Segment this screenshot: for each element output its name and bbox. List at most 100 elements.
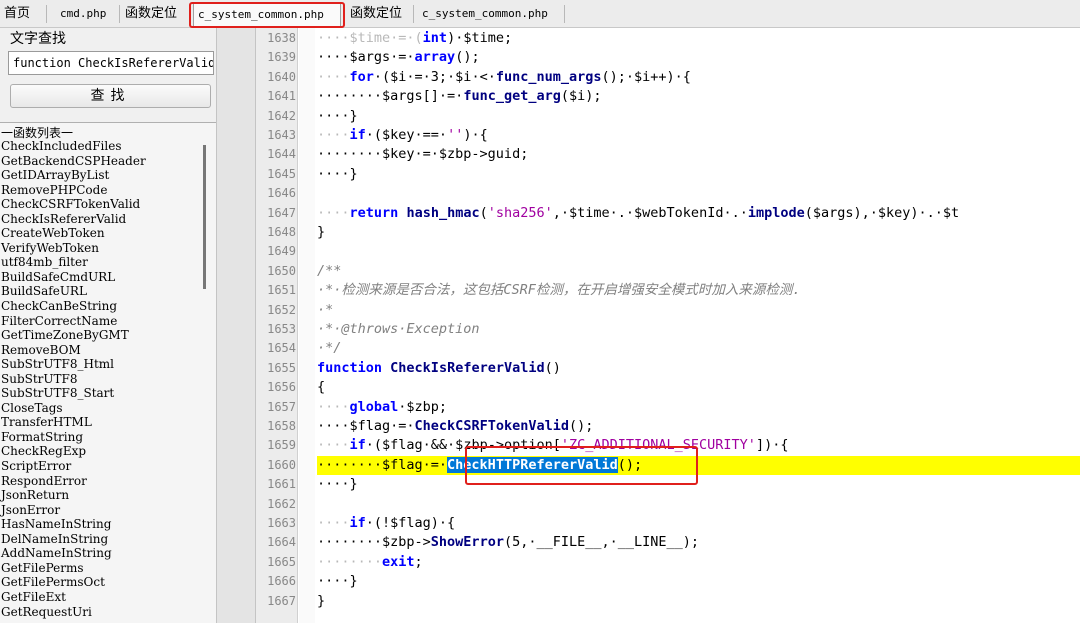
code-keyword: if <box>349 437 366 454</box>
function-list-item[interactable]: RemoveBOM <box>1 343 146 358</box>
function-list-item[interactable]: RespondError <box>1 474 146 489</box>
line-number: 1650 <box>267 263 296 278</box>
function-list-item[interactable]: TransferHTML <box>1 415 146 430</box>
code-comment-line: ·*·检测来源是否合法，这包括CSRF检测，在开启增强安全模式时加入来源检测. <box>317 282 801 299</box>
function-list-item[interactable]: DelNameInString <box>1 532 146 547</box>
line-number: 1645 <box>267 166 296 181</box>
code-token: ·($flag·&&·$zbp->option[ <box>365 437 561 454</box>
code-token: ( <box>479 204 488 221</box>
function-list-item[interactable]: SubStrUTF8_Start <box>1 386 146 401</box>
tab-function-locate-2[interactable]: 函数定位 <box>346 2 406 26</box>
search-input[interactable]: function CheckIsRefererValid <box>8 51 214 75</box>
code-token: ····$args·=· <box>317 49 415 66</box>
function-list-item[interactable]: VerifyWebToken <box>1 241 146 256</box>
function-list-item[interactable]: GetFilePerms <box>1 561 146 576</box>
function-list-item[interactable]: CheckIsRefererValid <box>1 212 146 227</box>
line-number: 1663 <box>267 516 296 530</box>
function-list-item[interactable]: utf84mb_filter <box>1 255 146 270</box>
code-function: ShowError <box>430 534 504 551</box>
code-token: )·{ <box>463 127 488 143</box>
line-number: 1664 <box>267 535 296 550</box>
search-button[interactable]: 查找 <box>10 84 211 108</box>
code-token: ·($key·==· <box>365 127 448 143</box>
code-string: 'sha256' <box>487 204 553 221</box>
function-list-item[interactable]: JsonReturn <box>1 488 146 503</box>
code-function: CheckIsRefererValid <box>390 359 545 376</box>
code-function: hash_hmac <box>406 204 480 221</box>
selected-function-name[interactable]: CheckHTTPRefererValid <box>447 456 618 473</box>
code-line: ········$args[]·=·func_get_arg($i); <box>317 87 1080 106</box>
tab-c-system-common-2[interactable]: c_system_common.php <box>418 2 552 26</box>
function-list-item[interactable]: CloseTags <box>1 401 146 416</box>
code-line: ····global·$zbp; <box>317 398 448 415</box>
function-list-item[interactable]: FormatString <box>1 430 146 445</box>
function-list-item[interactable]: AddNameInString <box>1 546 146 561</box>
function-list-item[interactable]: RemovePHPCode <box>1 183 146 198</box>
code-function: CheckCSRFTokenValid <box>414 418 569 434</box>
code-token: ········$args[]·=· <box>317 88 464 105</box>
line-number: 1660 <box>267 457 296 472</box>
line-number: 1640 <box>267 69 296 84</box>
function-list-item[interactable]: GetFilePermsOct <box>1 575 146 590</box>
line-number: 1654 <box>267 341 296 356</box>
function-list-item[interactable]: CheckCSRFTokenValid <box>1 197 146 212</box>
code-token: (); <box>617 456 643 473</box>
code-comment-line: /** <box>317 262 342 279</box>
function-list-item[interactable]: SubStrUTF8 <box>1 372 146 387</box>
function-list-item[interactable]: SubStrUTF8_Html <box>1 357 146 372</box>
code-token: ·$zbp; <box>398 398 448 415</box>
code-line: ····$args·=·array(); <box>317 48 1080 67</box>
code-token: (); <box>568 418 594 434</box>
line-number: 1651 <box>267 283 296 298</box>
tab-c-system-common-active[interactable]: c_system_common.php <box>193 2 341 26</box>
function-list-item[interactable]: CheckIncludedFiles <box>1 139 146 154</box>
search-title: 文字查找 <box>10 31 66 47</box>
code-keyword: return <box>349 204 399 221</box>
tab-cmd-php[interactable]: cmd.php <box>56 2 110 26</box>
code-token: ····$flag·=· <box>317 418 415 434</box>
line-number: 1658 <box>267 419 296 433</box>
code-token: (5,·__FILE__,·__LINE__); <box>503 534 700 551</box>
code-line: ········exit; <box>317 553 423 570</box>
code-line: ····return hash_hmac('sha256',·$time·.·$… <box>317 204 960 221</box>
tab-bar: 首页 cmd.php 函数定位 c_system_common.php 函数定位… <box>0 0 1080 28</box>
tab-separator <box>119 5 120 23</box>
function-list-item[interactable]: CreateWebToken <box>1 226 146 241</box>
line-number: 1648 <box>267 225 296 239</box>
line-number: 1644 <box>267 147 296 162</box>
function-list-item[interactable]: BuildSafeURL <box>1 284 146 299</box>
code-token: () <box>544 359 561 376</box>
line-number: 1638 <box>267 31 296 45</box>
code-function: func_num_args <box>495 68 602 85</box>
code-line: } <box>317 224 326 240</box>
function-list-item[interactable]: GetIDArrayByList <box>1 168 146 183</box>
function-list-scrollbar[interactable] <box>203 145 206 289</box>
code-token: (); <box>455 49 480 66</box>
code-editor[interactable]: 1638 1639 1640 1641 1642 1643 1644 1645 … <box>256 28 1080 623</box>
code-line: ····if·($flag·&&·$zbp->option['ZC_ADDITI… <box>317 437 789 454</box>
line-number: 1649 <box>267 244 296 259</box>
code-token: ········$zbp-> <box>317 534 431 551</box>
function-list-item[interactable]: ScriptError <box>1 459 146 474</box>
function-list-item[interactable]: GetRequestUri <box>1 605 146 620</box>
tab-home[interactable]: 首页 <box>0 2 34 26</box>
code-function: func_get_arg <box>463 88 561 105</box>
function-list-item[interactable]: BuildSafeCmdURL <box>1 270 146 285</box>
panel-divider[interactable] <box>216 28 256 623</box>
function-list-item[interactable]: CheckRegExp <box>1 444 146 459</box>
function-list-item[interactable]: FilterCorrectName <box>1 314 146 329</box>
function-list-item[interactable]: GetFileExt <box>1 590 146 605</box>
line-number: 1639 <box>267 50 296 65</box>
code-token: ($args),·$key)·.·$t <box>804 204 960 221</box>
tab-function-locate-1[interactable]: 函数定位 <box>121 2 181 26</box>
function-list-item[interactable]: GetTimeZoneByGMT <box>1 328 146 343</box>
function-list-item[interactable]: GetBackendCSPHeader <box>1 154 146 169</box>
code-token: ])·{ <box>755 437 789 454</box>
function-list-item[interactable]: CheckCanBeString <box>1 299 146 314</box>
function-list-item[interactable]: HasNameInString <box>1 517 146 532</box>
code-line: ····$time·=·(int)·$time; <box>317 29 1080 48</box>
function-list-item[interactable]: JsonError <box>1 503 146 518</box>
code-line: ····$flag·=·CheckCSRFTokenValid(); <box>317 417 1080 436</box>
